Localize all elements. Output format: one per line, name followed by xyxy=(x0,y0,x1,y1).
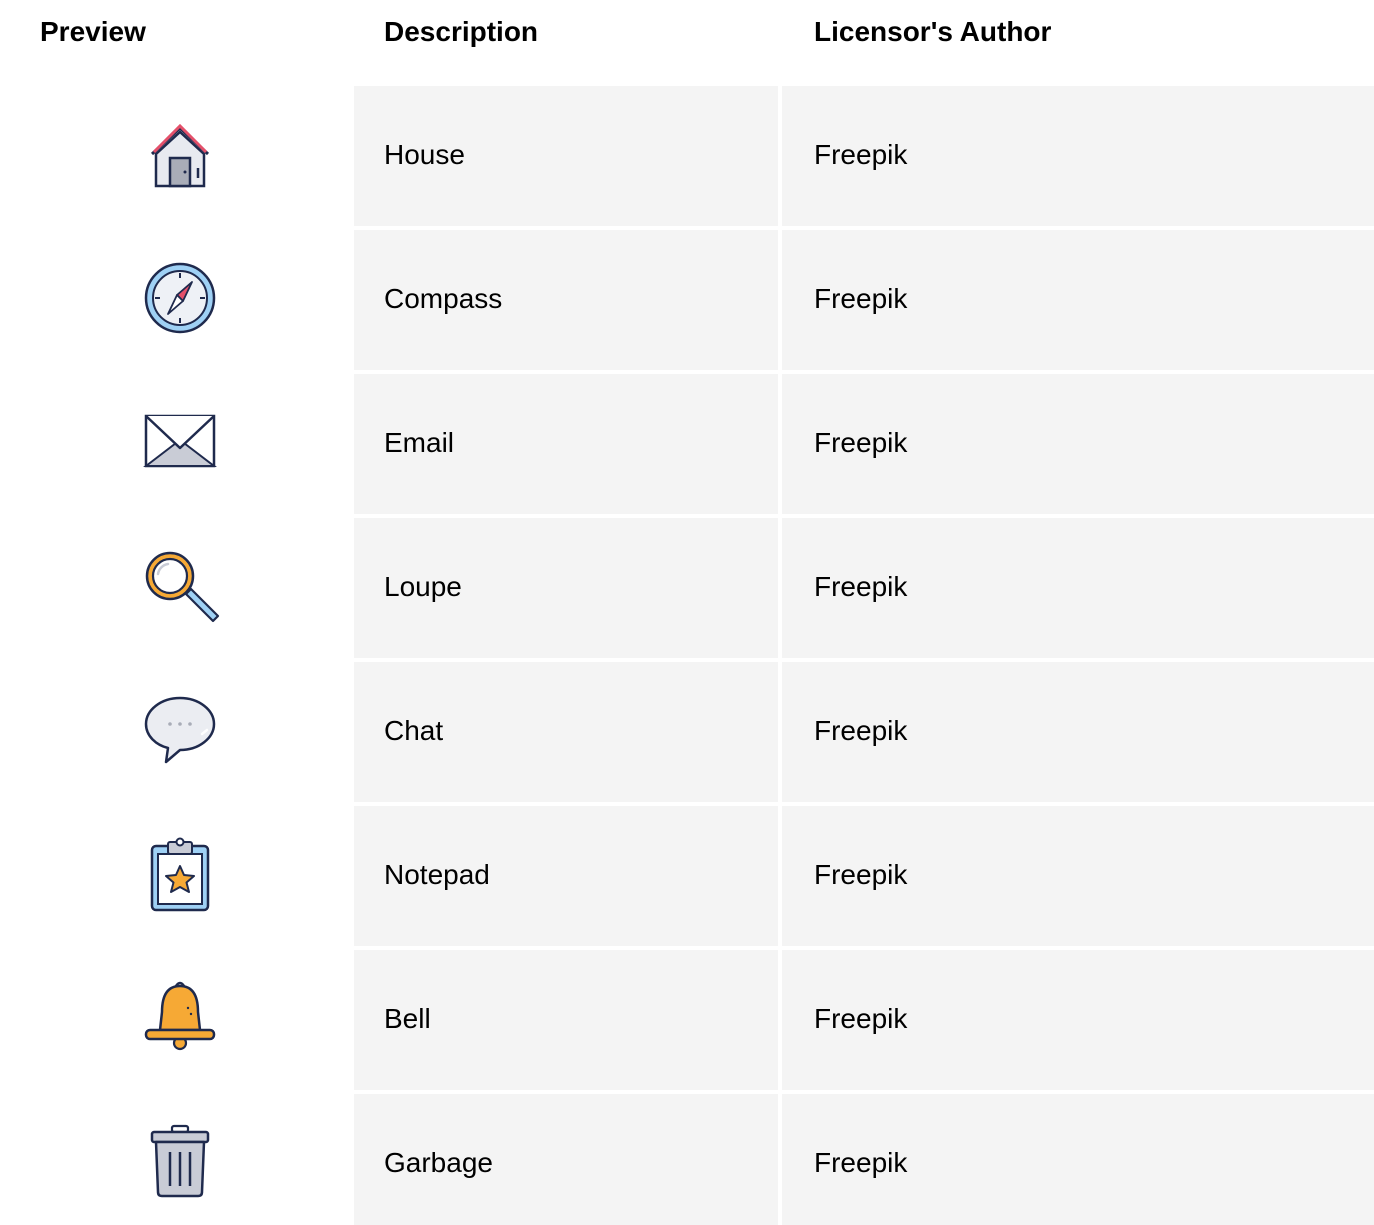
description-cell: Email xyxy=(354,374,778,514)
preview-cell xyxy=(0,1094,354,1225)
author-text: Freepik xyxy=(814,571,908,602)
author-text: Freepik xyxy=(814,1003,908,1034)
author-cell: Freepik xyxy=(782,518,1374,658)
table-header: Preview Description Licensor's Author xyxy=(0,0,1374,70)
house-icon xyxy=(140,114,220,194)
description-cell: House xyxy=(354,86,778,226)
description-cell: Compass xyxy=(354,230,778,370)
email-icon xyxy=(140,402,220,482)
author-text: Freepik xyxy=(814,859,908,890)
table-row: Chat Freepik xyxy=(0,662,1374,802)
preview-cell xyxy=(0,662,354,802)
preview-cell xyxy=(0,806,354,946)
table-row: Garbage Freepik xyxy=(0,1094,1374,1225)
preview-cell xyxy=(0,374,354,514)
description-cell: Loupe xyxy=(354,518,778,658)
description-text: Notepad xyxy=(384,859,490,890)
preview-cell xyxy=(0,518,354,658)
table-row: Loupe Freepik xyxy=(0,518,1374,658)
table-row: House Freepik xyxy=(0,86,1374,226)
description-cell: Chat xyxy=(354,662,778,802)
loupe-icon xyxy=(140,546,220,626)
table-row: Email Freepik xyxy=(0,374,1374,514)
description-text: Compass xyxy=(384,283,503,314)
author-cell: Freepik xyxy=(782,950,1374,1090)
author-text: Freepik xyxy=(814,715,908,746)
table-row: Notepad Freepik xyxy=(0,806,1374,946)
header-description: Description xyxy=(384,16,539,47)
author-cell: Freepik xyxy=(782,1094,1374,1225)
notepad-icon xyxy=(140,834,220,914)
preview-cell xyxy=(0,86,354,226)
header-preview: Preview xyxy=(40,16,146,47)
author-text: Freepik xyxy=(814,283,908,314)
author-cell: Freepik xyxy=(782,662,1374,802)
author-cell: Freepik xyxy=(782,230,1374,370)
bell-icon xyxy=(140,978,220,1058)
header-author: Licensor's Author xyxy=(814,16,1052,47)
description-text: Loupe xyxy=(384,571,462,602)
author-cell: Freepik xyxy=(782,806,1374,946)
description-text: Chat xyxy=(384,715,444,746)
description-cell: Bell xyxy=(354,950,778,1090)
preview-cell xyxy=(0,230,354,370)
table-row: Bell Freepik xyxy=(0,950,1374,1090)
author-cell: Freepik xyxy=(782,374,1374,514)
license-table: Preview Description Licensor's Author Ho… xyxy=(0,0,1374,1225)
chat-icon xyxy=(140,690,220,770)
description-cell: Notepad xyxy=(354,806,778,946)
garbage-icon xyxy=(140,1122,220,1202)
compass-icon xyxy=(140,258,220,338)
author-text: Freepik xyxy=(814,139,908,170)
description-text: Garbage xyxy=(384,1147,493,1178)
description-cell: Garbage xyxy=(354,1094,778,1225)
table-body: House Freepik Compass Freepik Email Free… xyxy=(0,86,1374,1225)
author-text: Freepik xyxy=(814,1147,908,1178)
table-row: Compass Freepik xyxy=(0,230,1374,370)
preview-cell xyxy=(0,950,354,1090)
description-text: Bell xyxy=(384,1003,431,1034)
description-text: Email xyxy=(384,427,455,458)
description-text: House xyxy=(384,139,465,170)
author-text: Freepik xyxy=(814,427,908,458)
author-cell: Freepik xyxy=(782,86,1374,226)
